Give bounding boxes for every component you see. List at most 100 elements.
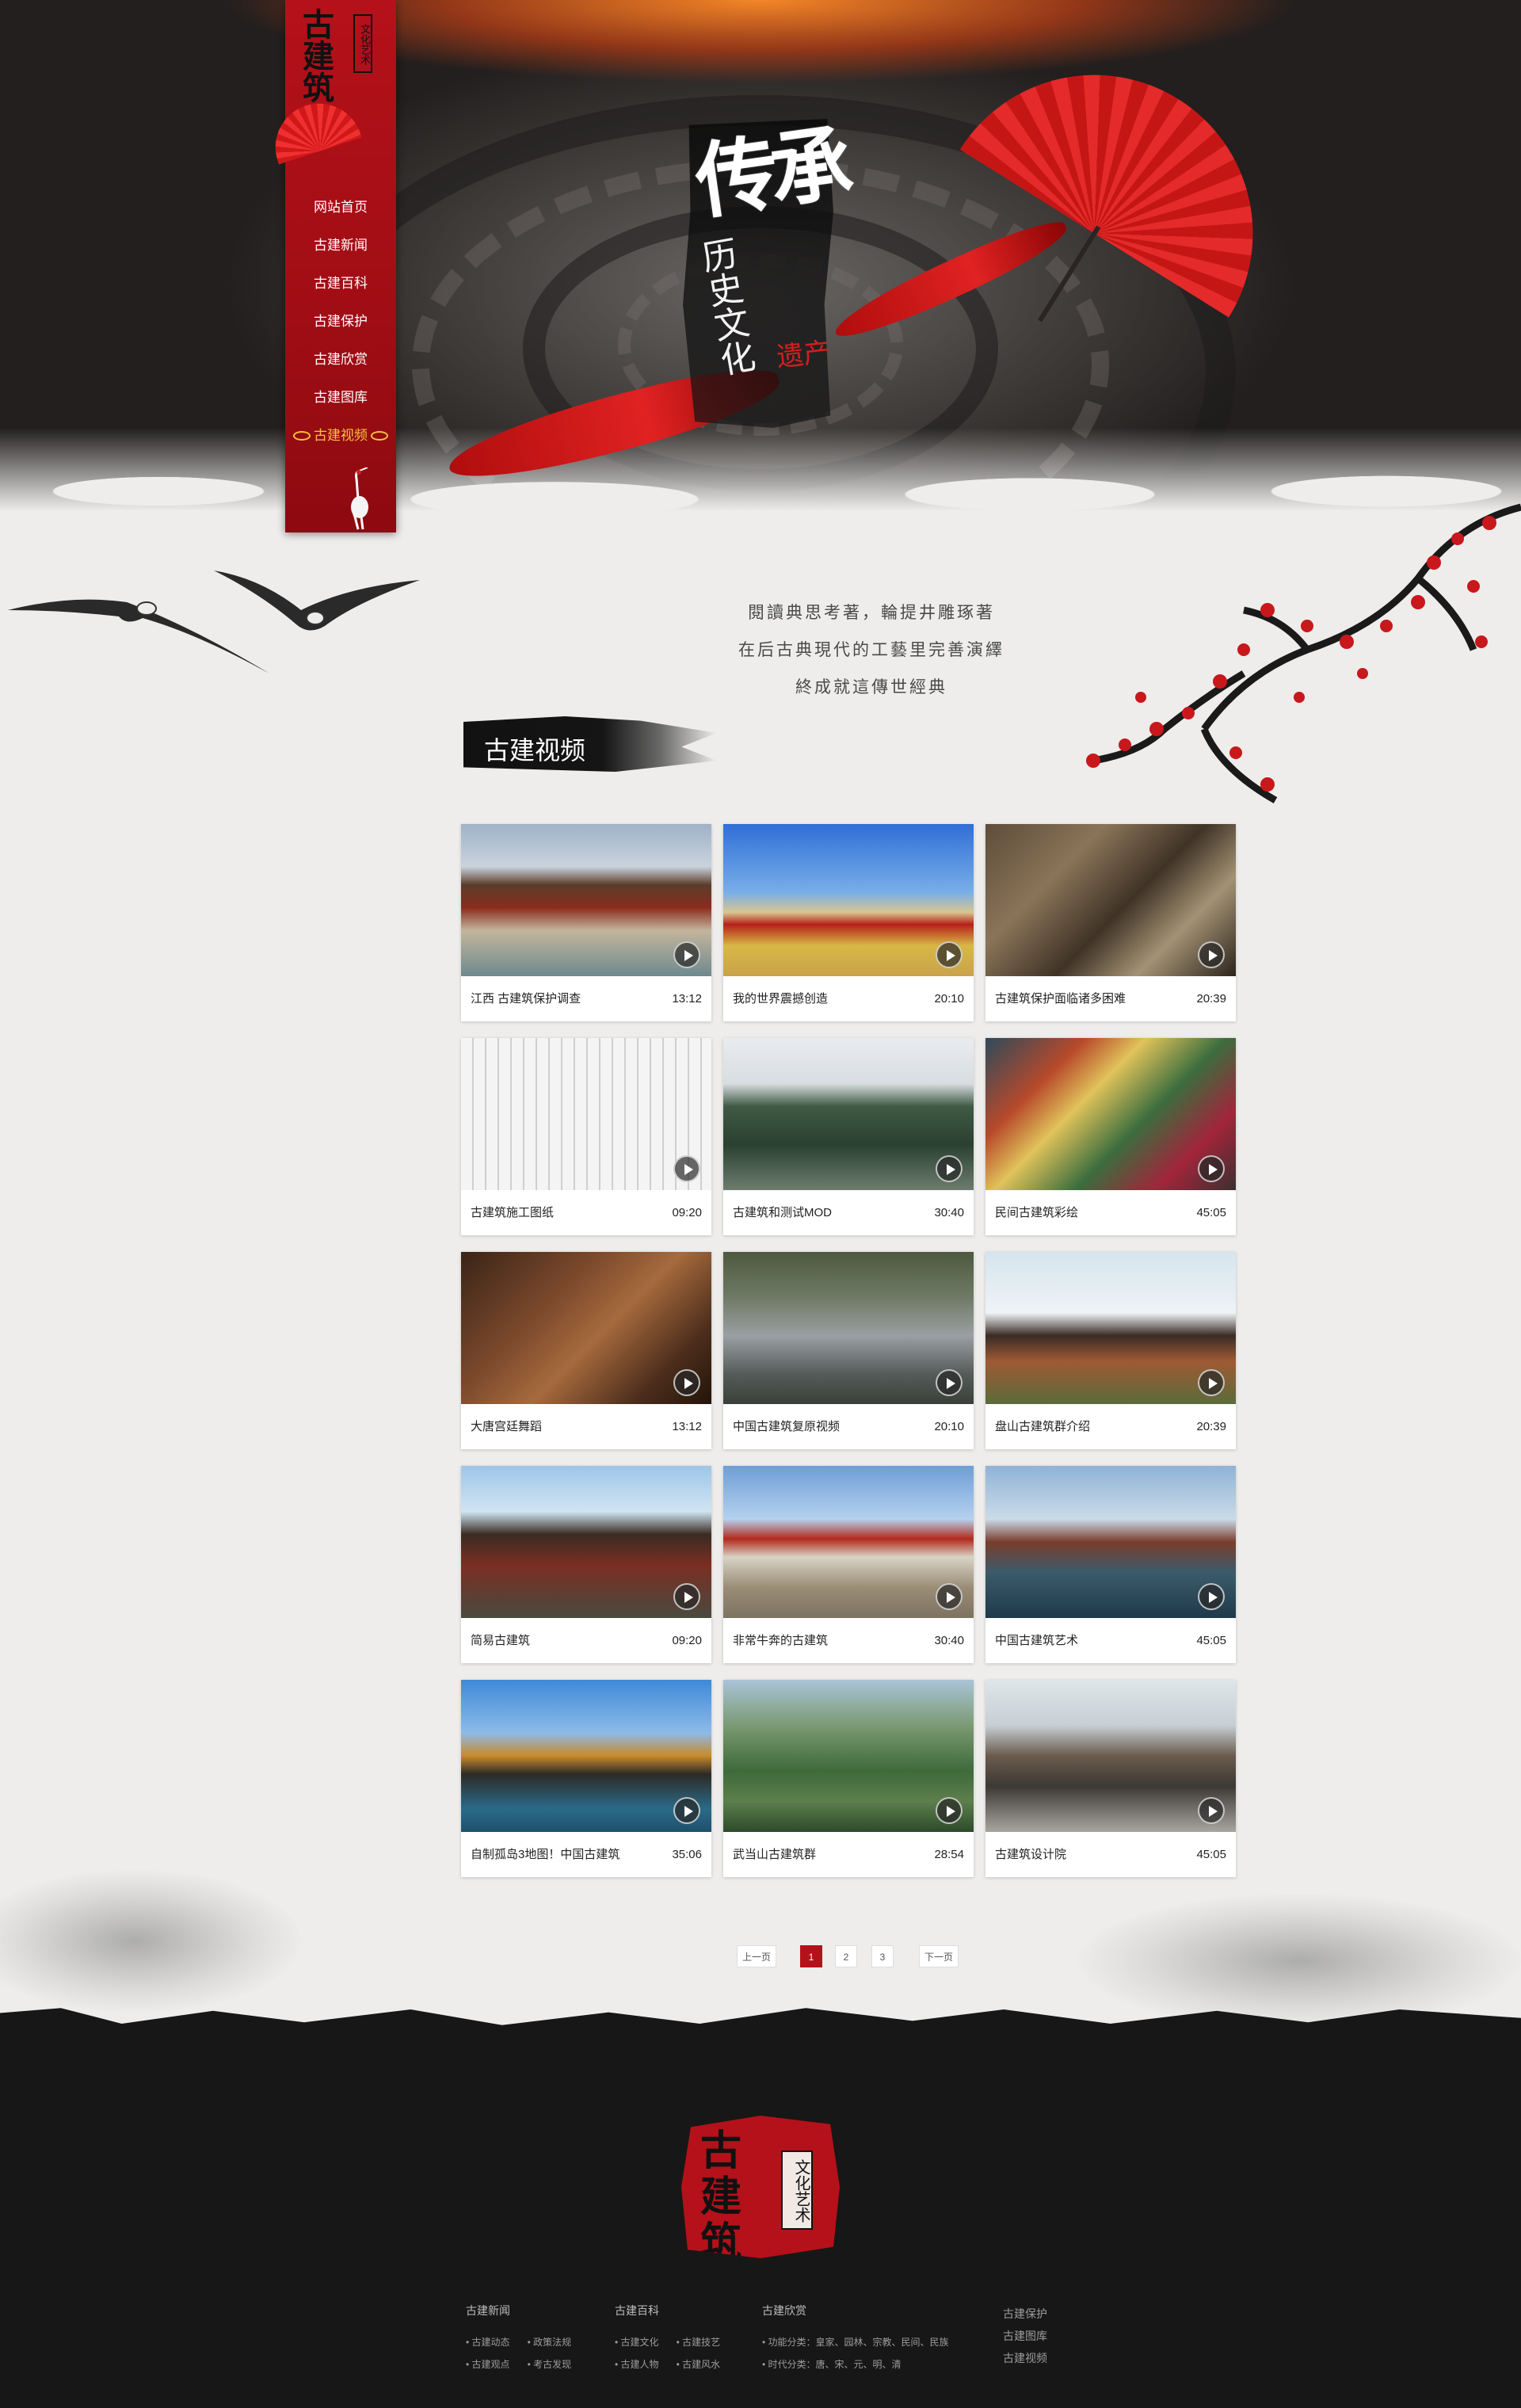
video-card[interactable]: 古建筑施工图纸 09:20 — [461, 1038, 711, 1235]
nav-item-news[interactable]: 古建新闻 — [285, 227, 396, 265]
play-icon[interactable] — [1198, 941, 1225, 968]
video-card[interactable]: 武当山古建筑群 28:54 — [723, 1680, 974, 1877]
video-title[interactable]: 古建筑施工图纸 — [471, 1190, 554, 1235]
video-title[interactable]: 盘山古建筑群介绍 — [995, 1404, 1090, 1449]
nav-item-gallery[interactable]: 古建图库 — [285, 379, 396, 417]
nav-item-encyclopedia[interactable]: 古建百科 — [285, 265, 396, 303]
footer-logo-calligraphy: 古建筑 — [700, 2127, 742, 2267]
play-icon[interactable] — [1198, 1797, 1225, 1824]
video-title[interactable]: 非常牛奔的古建筑 — [733, 1618, 828, 1663]
footer-link[interactable]: 古建图库 — [1003, 2330, 1047, 2342]
footer-col-news: 古建新闻 古建动态 政策法规 古建观点 考古发现 — [466, 2303, 589, 2376]
video-meta: 我的世界震撼创造 20:10 — [723, 976, 974, 1021]
footer-link[interactable]: 时代分类：唐、宋、元、明、清 — [762, 2359, 902, 2370]
footer-link[interactable]: 古建保护 — [1003, 2307, 1047, 2320]
video-thumbnail[interactable] — [985, 1038, 1236, 1190]
play-icon[interactable] — [673, 941, 700, 968]
video-title[interactable]: 自制孤岛3地图！中国古建筑 — [471, 1832, 619, 1877]
play-icon[interactable] — [936, 941, 963, 968]
footer-col-links: 古建保护 古建图库 古建视频 — [1003, 2303, 1065, 2369]
play-icon[interactable] — [936, 1369, 963, 1396]
play-icon[interactable] — [673, 1583, 700, 1610]
hero-red-text: 遗产 — [775, 336, 833, 374]
video-title[interactable]: 中国古建筑艺术 — [995, 1618, 1078, 1663]
play-icon[interactable] — [673, 1369, 700, 1396]
video-card[interactable]: 古建筑设计院 45:05 — [985, 1680, 1236, 1877]
video-card[interactable]: 大唐宫廷舞蹈 13:12 — [461, 1252, 711, 1449]
video-title[interactable]: 我的世界震撼创造 — [733, 976, 828, 1021]
footer-link[interactable]: 政策法规 — [528, 2337, 572, 2348]
video-card[interactable]: 自制孤岛3地图！中国古建筑 35:06 — [461, 1680, 711, 1877]
video-card[interactable]: 中国古建筑复原视频 20:10 — [723, 1252, 974, 1449]
play-icon[interactable] — [1198, 1583, 1225, 1610]
next-page-button[interactable]: 下一页 — [919, 1945, 959, 1967]
video-thumbnail[interactable] — [461, 1252, 711, 1404]
footer-col-title: 古建百科 — [615, 2304, 659, 2317]
video-thumbnail[interactable] — [985, 1466, 1236, 1618]
video-title[interactable]: 江西 古建筑保护调查 — [471, 976, 581, 1021]
footer-logo: 古建筑 文化艺术 — [681, 2116, 840, 2258]
play-icon[interactable] — [936, 1797, 963, 1824]
footer-link[interactable]: 功能分类：皇家、园林、宗教、民间、民族 — [762, 2337, 949, 2348]
logo-calligraphy: 古建筑 — [303, 6, 334, 107]
footer-link[interactable]: 古建视频 — [1003, 2352, 1047, 2364]
video-card[interactable]: 民间古建筑彩绘 45:05 — [985, 1038, 1236, 1235]
video-title[interactable]: 大唐宫廷舞蹈 — [471, 1404, 542, 1449]
site-logo[interactable]: 古建筑 文化艺术 — [296, 6, 385, 105]
video-thumbnail[interactable] — [723, 824, 974, 976]
video-grid: 江西 古建筑保护调查 13:12 我的世界震撼创造 20:10 古建筑保护面临诸多困难 2… — [461, 824, 1236, 1878]
video-thumbnail[interactable] — [723, 1038, 974, 1190]
video-thumbnail[interactable] — [985, 824, 1236, 976]
video-card[interactable]: 江西 古建筑保护调查 13:12 — [461, 824, 711, 1021]
video-thumbnail[interactable] — [723, 1252, 974, 1404]
video-card[interactable]: 中国古建筑艺术 45:05 — [985, 1466, 1236, 1663]
video-title[interactable]: 古建筑和测试MOD — [733, 1190, 832, 1235]
video-title[interactable]: 简易古建筑 — [471, 1618, 530, 1663]
footer-link[interactable]: 古建文化 — [615, 2337, 659, 2348]
video-thumbnail[interactable] — [985, 1680, 1236, 1832]
video-duration: 13:12 — [672, 1420, 702, 1433]
footer-link[interactable]: 考古发现 — [528, 2359, 572, 2370]
video-card[interactable]: 古建筑和测试MOD 30:40 — [723, 1038, 974, 1235]
footer-link[interactable]: 古建人物 — [615, 2359, 659, 2370]
video-title[interactable]: 古建筑保护面临诸多困难 — [995, 976, 1126, 1021]
footer-link[interactable]: 古建风水 — [677, 2359, 721, 2370]
play-icon[interactable] — [673, 1155, 700, 1182]
nav-item-protection[interactable]: 古建保护 — [285, 303, 396, 341]
play-icon[interactable] — [936, 1583, 963, 1610]
video-duration: 28:54 — [934, 1848, 964, 1861]
page-button-3[interactable]: 3 — [871, 1945, 894, 1967]
video-thumbnail[interactable] — [723, 1466, 974, 1618]
video-thumbnail[interactable] — [461, 824, 711, 976]
page-button-1[interactable]: 1 — [800, 1945, 822, 1967]
footer-link[interactable]: 古建动态 — [466, 2337, 510, 2348]
nav-item-appreciation[interactable]: 古建欣赏 — [285, 341, 396, 379]
video-title[interactable]: 武当山古建筑群 — [733, 1832, 816, 1877]
play-icon[interactable] — [936, 1155, 963, 1182]
video-thumbnail[interactable] — [461, 1466, 711, 1618]
video-card[interactable]: 非常牛奔的古建筑 30:40 — [723, 1466, 974, 1663]
video-card[interactable]: 古建筑保护面临诸多困难 20:39 — [985, 824, 1236, 1021]
video-title[interactable]: 中国古建筑复原视频 — [733, 1404, 840, 1449]
play-icon[interactable] — [673, 1797, 700, 1824]
video-thumbnail[interactable] — [985, 1252, 1236, 1404]
video-card[interactable]: 简易古建筑 09:20 — [461, 1466, 711, 1663]
play-icon[interactable] — [1198, 1155, 1225, 1182]
nav-item-video[interactable]: 古建视频 — [285, 417, 396, 455]
video-card[interactable]: 盘山古建筑群介绍 20:39 — [985, 1252, 1236, 1449]
prev-page-button[interactable]: 上一页 — [737, 1945, 776, 1967]
footer-col-appreciation: 古建欣赏 功能分类：皇家、园林、宗教、民间、民族 时代分类：唐、宋、元、明、清 — [762, 2303, 966, 2376]
video-title[interactable]: 民间古建筑彩绘 — [995, 1190, 1078, 1235]
video-thumbnail[interactable] — [461, 1680, 711, 1832]
nav-item-home[interactable]: 网站首页 — [285, 189, 396, 227]
video-meta: 武当山古建筑群 28:54 — [723, 1832, 974, 1877]
video-title[interactable]: 古建筑设计院 — [995, 1832, 1066, 1877]
video-thumbnail[interactable] — [723, 1680, 974, 1832]
video-meta: 大唐宫廷舞蹈 13:12 — [461, 1404, 711, 1449]
footer-link[interactable]: 古建观点 — [466, 2359, 510, 2370]
play-icon[interactable] — [1198, 1369, 1225, 1396]
video-card[interactable]: 我的世界震撼创造 20:10 — [723, 824, 974, 1021]
page-button-2[interactable]: 2 — [835, 1945, 857, 1967]
footer-link[interactable]: 古建技艺 — [677, 2337, 721, 2348]
video-thumbnail[interactable] — [461, 1038, 711, 1190]
